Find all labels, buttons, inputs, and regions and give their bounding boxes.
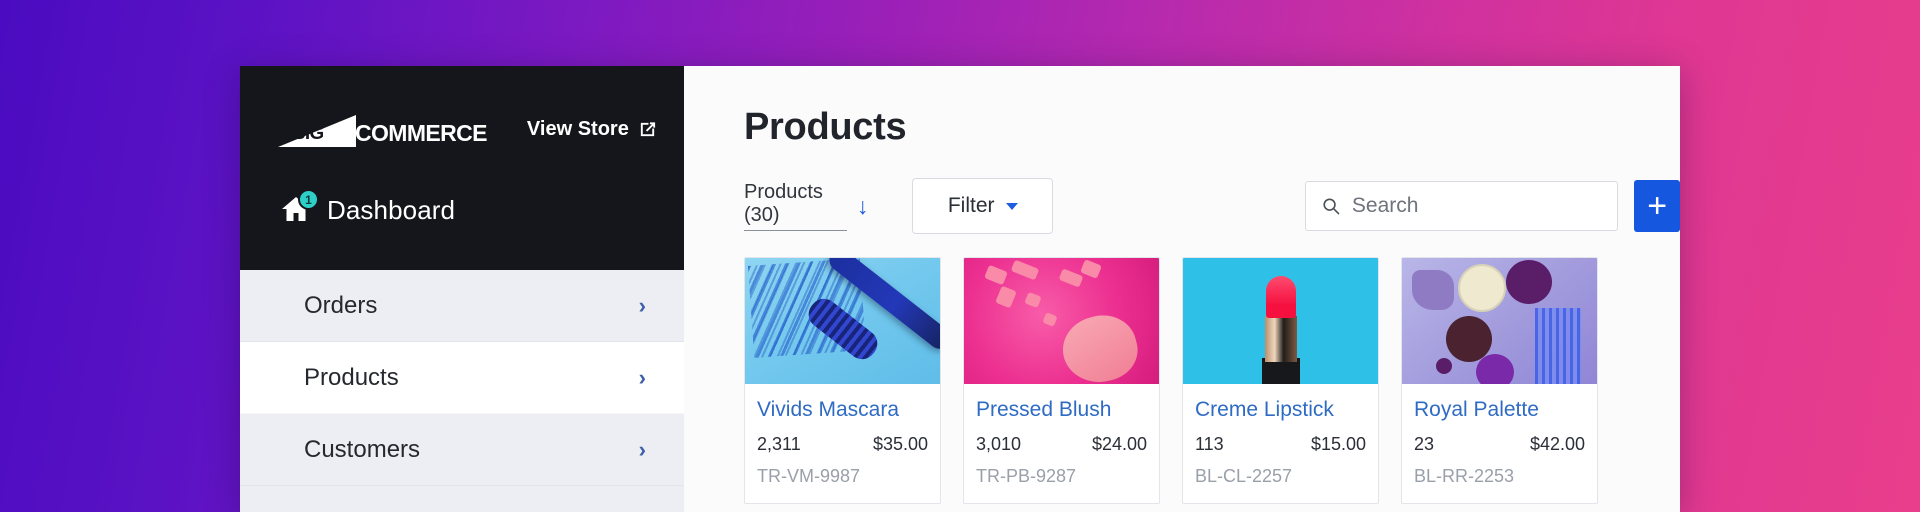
chevron-right-icon: ›	[638, 364, 646, 390]
product-inventory: 113	[1195, 434, 1224, 454]
sidebar-item-dashboard-label: Dashboard	[327, 194, 456, 225]
product-price: $24.00	[1091, 434, 1147, 454]
logo-mark-text: BIG	[292, 123, 324, 144]
external-link-icon	[640, 121, 655, 136]
mascara-image-art	[745, 258, 940, 384]
blush-image-art	[964, 258, 1159, 384]
sidebar: BIG COMMERCE View Store 1 Dashboard Orde…	[240, 66, 684, 512]
product-card[interactable]: Creme Lipstick 113 $15.00 BL-CL-2257	[1182, 257, 1379, 504]
product-sku: BL-RR-2253	[1414, 466, 1515, 486]
view-store-label: View Store	[526, 117, 629, 140]
product-card-body: Pressed Blush 3,010 $24.00 TR-PB-9287	[964, 384, 1159, 503]
product-inventory: 2,311	[757, 434, 801, 454]
sidebar-item-products[interactable]: Products ›	[240, 342, 684, 414]
product-sku: BL-CL-2257	[1195, 466, 1293, 486]
toolbar: Products (30) ↓ Filter +	[744, 178, 1680, 234]
products-count-sort[interactable]: Products (30) ↓	[744, 181, 868, 231]
chevron-right-icon: ›	[638, 292, 646, 318]
dashboard-badge: 1	[298, 189, 319, 210]
product-card-grid: Vivids Mascara 2,311 $35.00 TR-VM-9987 P…	[744, 257, 1680, 504]
product-price: $15.00	[1310, 434, 1366, 454]
sidebar-item-products-label: Products	[304, 363, 399, 391]
product-card-body: Creme Lipstick 113 $15.00 BL-CL-2257	[1183, 384, 1378, 503]
sidebar-item-orders[interactable]: Orders ›	[240, 270, 684, 342]
sidebar-item-customers-label: Customers	[304, 435, 421, 463]
palette-image-art	[1402, 258, 1597, 384]
chevron-down-icon	[1005, 202, 1018, 210]
product-card[interactable]: Vivids Mascara 2,311 $35.00 TR-VM-9987	[744, 257, 941, 504]
product-meta: 113 $15.00	[1195, 434, 1366, 455]
filter-button[interactable]: Filter	[912, 178, 1054, 234]
sidebar-item-dashboard[interactable]: 1 Dashboard	[240, 189, 684, 226]
main-content: Products Products (30) ↓ Filter +	[684, 66, 1680, 512]
add-product-button[interactable]: +	[1634, 180, 1680, 232]
product-name[interactable]: Vivids Mascara	[757, 398, 928, 422]
app-window: BIG COMMERCE View Store 1 Dashboard Orde…	[240, 66, 1680, 512]
product-inventory: 23	[1414, 434, 1435, 454]
view-store-link[interactable]: View Store	[527, 118, 657, 143]
product-image	[1402, 258, 1597, 384]
sidebar-nav: Orders › Products › Customers ›	[240, 270, 684, 512]
product-inventory: 3,010	[976, 434, 1022, 454]
lipstick-image-art	[1183, 258, 1378, 384]
product-image	[1183, 258, 1378, 384]
product-name[interactable]: Creme Lipstick	[1195, 398, 1366, 422]
chevron-right-icon: ›	[638, 436, 646, 462]
product-name[interactable]: Royal Palette	[1414, 398, 1585, 422]
brand-row: BIG COMMERCE View Store	[240, 110, 684, 150]
bigcommerce-logo[interactable]: BIG COMMERCE	[278, 113, 488, 147]
sidebar-header: BIG COMMERCE View Store 1 Dashboard	[240, 66, 684, 270]
products-count-label: Products (30)	[744, 181, 847, 231]
product-image	[964, 258, 1159, 384]
home-icon-wrapper: 1	[280, 189, 319, 226]
product-name[interactable]: Pressed Blush	[976, 398, 1147, 422]
product-meta: 2,311 $35.00	[757, 434, 928, 455]
product-meta: 3,010 $24.00	[976, 434, 1147, 455]
product-card[interactable]: Pressed Blush 3,010 $24.00 TR-PB-9287	[963, 257, 1160, 504]
search-field[interactable]	[1305, 181, 1619, 231]
product-image	[745, 258, 940, 384]
logo-triangle-icon: BIG	[278, 115, 356, 147]
product-card[interactable]: Royal Palette 23 $42.00 BL-RR-2253	[1401, 257, 1598, 504]
logo-wordmark: COMMERCE	[355, 120, 488, 146]
page-title: Products	[744, 106, 907, 148]
product-sku: TR-VM-9987	[757, 466, 861, 486]
search-icon	[1323, 198, 1340, 215]
product-card-body: Royal Palette 23 $42.00 BL-RR-2253	[1402, 384, 1597, 503]
search-input[interactable]	[1351, 194, 1602, 218]
sidebar-item-orders-label: Orders	[304, 291, 378, 319]
filter-button-label: Filter	[947, 194, 995, 217]
product-meta: 23 $42.00	[1414, 434, 1585, 455]
sort-descending-icon[interactable]: ↓	[857, 194, 869, 218]
product-price: $42.00	[1529, 434, 1585, 454]
product-card-body: Vivids Mascara 2,311 $35.00 TR-VM-9987	[745, 384, 940, 503]
product-price: $35.00	[872, 434, 928, 454]
product-sku: TR-PB-9287	[976, 466, 1077, 486]
sidebar-item-customers[interactable]: Customers ›	[240, 414, 684, 486]
